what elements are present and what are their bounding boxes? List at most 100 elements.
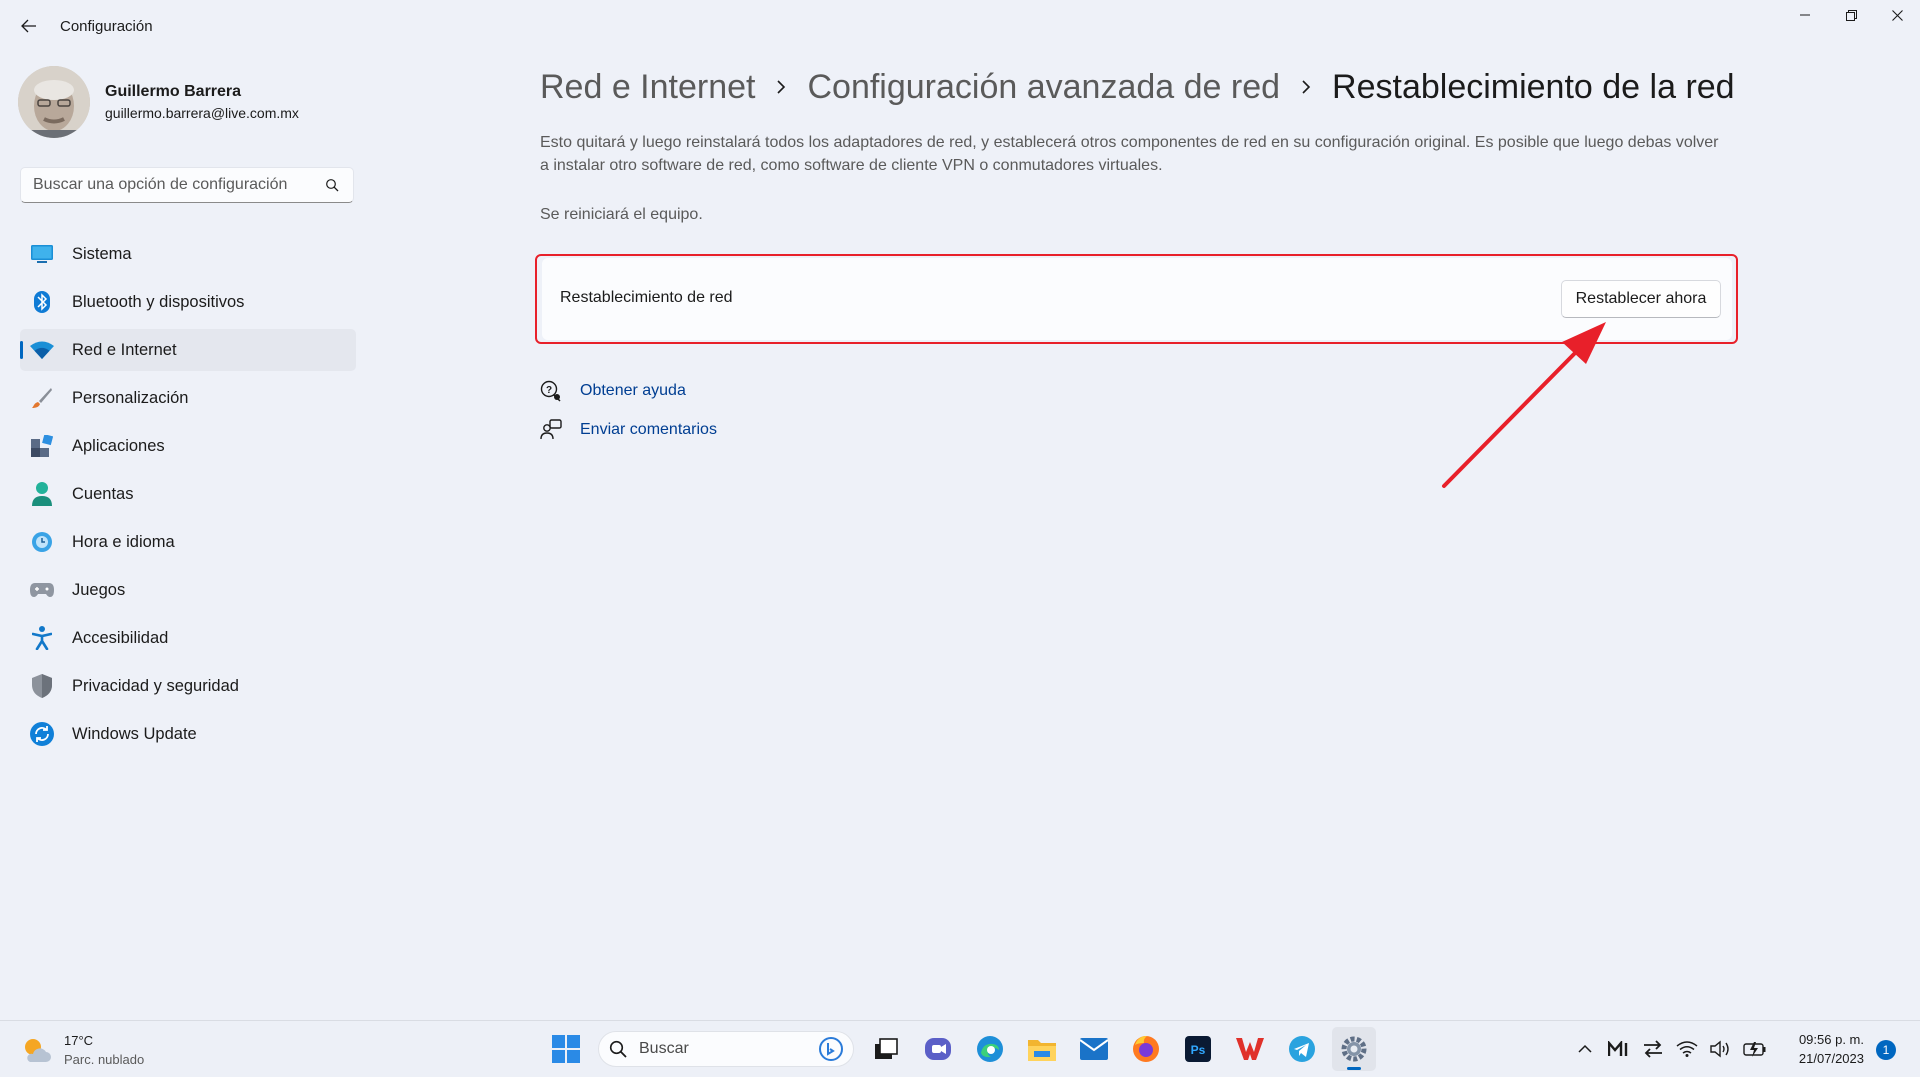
photoshop-app[interactable]: Ps [1176,1027,1220,1071]
restore-button[interactable] [1828,0,1874,30]
minimize-icon [1800,14,1810,16]
sidebar-item-label: Privacidad y seguridad [72,676,239,695]
bing-icon [819,1037,843,1061]
reset-now-button[interactable]: Restablecer ahora [1561,280,1721,318]
sidebar-item-label: Windows Update [72,724,197,743]
taskbar-clock[interactable]: 09:56 p. m. 21/07/2023 [1780,1030,1864,1068]
back-button[interactable] [14,12,44,40]
send-feedback-link[interactable]: Enviar comentarios [540,416,717,444]
photoshop-icon: Ps [1185,1036,1211,1062]
partly-cloudy-icon [25,1039,51,1062]
wps-icon [1236,1038,1264,1060]
reset-description: Esto quitará y luego reinstalará todos l… [540,134,1719,174]
volume-button[interactable] [1707,1035,1735,1063]
settings-search-input[interactable] [33,176,313,194]
sidebar-item-label: Bluetooth y dispositivos [72,292,245,311]
sidebar-item-label: Personalización [72,388,189,407]
brush-icon [30,386,54,410]
sidebar-item-personalizacion[interactable]: Personalización [20,377,356,419]
send-feedback-text: Enviar comentarios [580,421,717,438]
wps-app[interactable] [1228,1027,1272,1071]
sidebar-item-windows-update[interactable]: Windows Update [20,713,356,755]
shield-icon [30,674,54,698]
feedback-icon [540,419,562,441]
teams-app[interactable] [916,1027,960,1071]
breadcrumb-red-internet[interactable]: Red e Internet [540,68,755,107]
weather-widget[interactable]: 17°C Parc. nublado [22,1031,144,1069]
show-hidden-icons-button[interactable] [1571,1035,1599,1063]
settings-app[interactable] [1332,1027,1376,1071]
taskbar: 17°C Parc. nublado Buscar Ps 09:56 p. m.… [0,1020,1920,1077]
get-help-link[interactable]: ? Obtener ayuda [540,377,686,405]
task-view-button[interactable] [864,1027,908,1071]
sidebar-item-juegos[interactable]: Juegos [20,569,356,611]
user-profile[interactable]: Guillermo Barrera guillermo.barrera@live… [18,64,358,138]
svg-text:Ps: Ps [1191,1043,1206,1057]
mail-app[interactable] [1072,1027,1116,1071]
restart-note: Se reiniciará el equipo. [540,206,703,223]
firefox-icon [1133,1036,1159,1062]
wifi-icon [1676,1041,1698,1057]
file-explorer-icon [1028,1040,1056,1061]
network-reset-label: Restablecimiento de red [560,289,733,306]
apps-icon [30,434,54,458]
sidebar-item-label: Aplicaciones [72,436,165,455]
sidebar-item-label: Cuentas [72,484,134,503]
sidebar-item-red-internet[interactable]: Red e Internet [20,329,356,371]
edge-app[interactable] [968,1027,1012,1071]
battery-charging-icon [1743,1042,1766,1057]
clock-time: 09:56 p. m. [1798,1032,1864,1047]
notification-badge[interactable]: 1 [1876,1040,1896,1060]
firefox-app[interactable] [1124,1027,1168,1071]
restore-icon [1845,9,1857,21]
m-logo-icon [1608,1041,1628,1056]
help-icon: ? [540,380,562,402]
system-icon [30,242,54,266]
sidebar-item-cuentas[interactable]: Cuentas [20,473,356,515]
minimize-button[interactable] [1782,0,1828,30]
weather-desc: Parc. nublado [64,1052,145,1067]
account-icon [30,482,54,506]
edge-icon [977,1036,1003,1062]
sidebar-item-sistema[interactable]: Sistema [20,233,356,275]
chevron-up-icon [1578,1044,1592,1053]
network-status-button[interactable] [1673,1035,1701,1063]
tray-app-button[interactable] [1605,1035,1633,1063]
close-button[interactable] [1874,0,1920,30]
close-icon [1891,9,1903,21]
chevron-right-icon [1280,79,1332,95]
svg-text:?: ? [546,385,552,396]
settings-icon [1341,1036,1367,1062]
taskbar-search[interactable]: Buscar [598,1031,854,1067]
update-icon [30,722,54,746]
start-button[interactable] [544,1027,588,1071]
search-icon [609,1040,627,1058]
file-explorer-app[interactable] [1020,1027,1064,1071]
user-email: guillermo.barrera@live.com.mx [105,105,299,121]
accessibility-icon [30,626,54,650]
sidebar-item-hora-idioma[interactable]: Hora e idioma [20,521,356,563]
telegram-icon [1289,1036,1315,1062]
title-bar: Configuración [0,0,1920,52]
tray-transfer-button[interactable] [1639,1035,1667,1063]
sidebar-item-bluetooth[interactable]: Bluetooth y dispositivos [20,281,356,323]
teams-icon [925,1038,951,1060]
battery-button[interactable] [1741,1035,1769,1063]
taskbar-search-label: Buscar [639,1040,689,1057]
network-reset-card: Restablecimiento de red Restablecer ahor… [542,258,1732,340]
breadcrumb-configuracion-avanzada[interactable]: Configuración avanzada de red [807,68,1280,107]
sidebar-nav: Sistema Bluetooth y dispositivos Red e I… [20,233,356,761]
sidebar-item-aplicaciones[interactable]: Aplicaciones [20,425,356,467]
telegram-app[interactable] [1280,1027,1324,1071]
sidebar-item-accesibilidad[interactable]: Accesibilidad [20,617,356,659]
search-icon[interactable] [325,178,339,192]
sidebar-item-label: Juegos [72,580,126,599]
settings-search[interactable] [20,167,354,203]
sidebar-item-privacidad[interactable]: Privacidad y seguridad [20,665,356,707]
time-language-icon [30,530,54,554]
wifi-icon [30,338,54,362]
sidebar-item-label: Sistema [72,244,132,263]
weather-temp: 17°C [64,1033,94,1048]
avatar [18,66,90,138]
gamepad-icon [30,578,54,602]
